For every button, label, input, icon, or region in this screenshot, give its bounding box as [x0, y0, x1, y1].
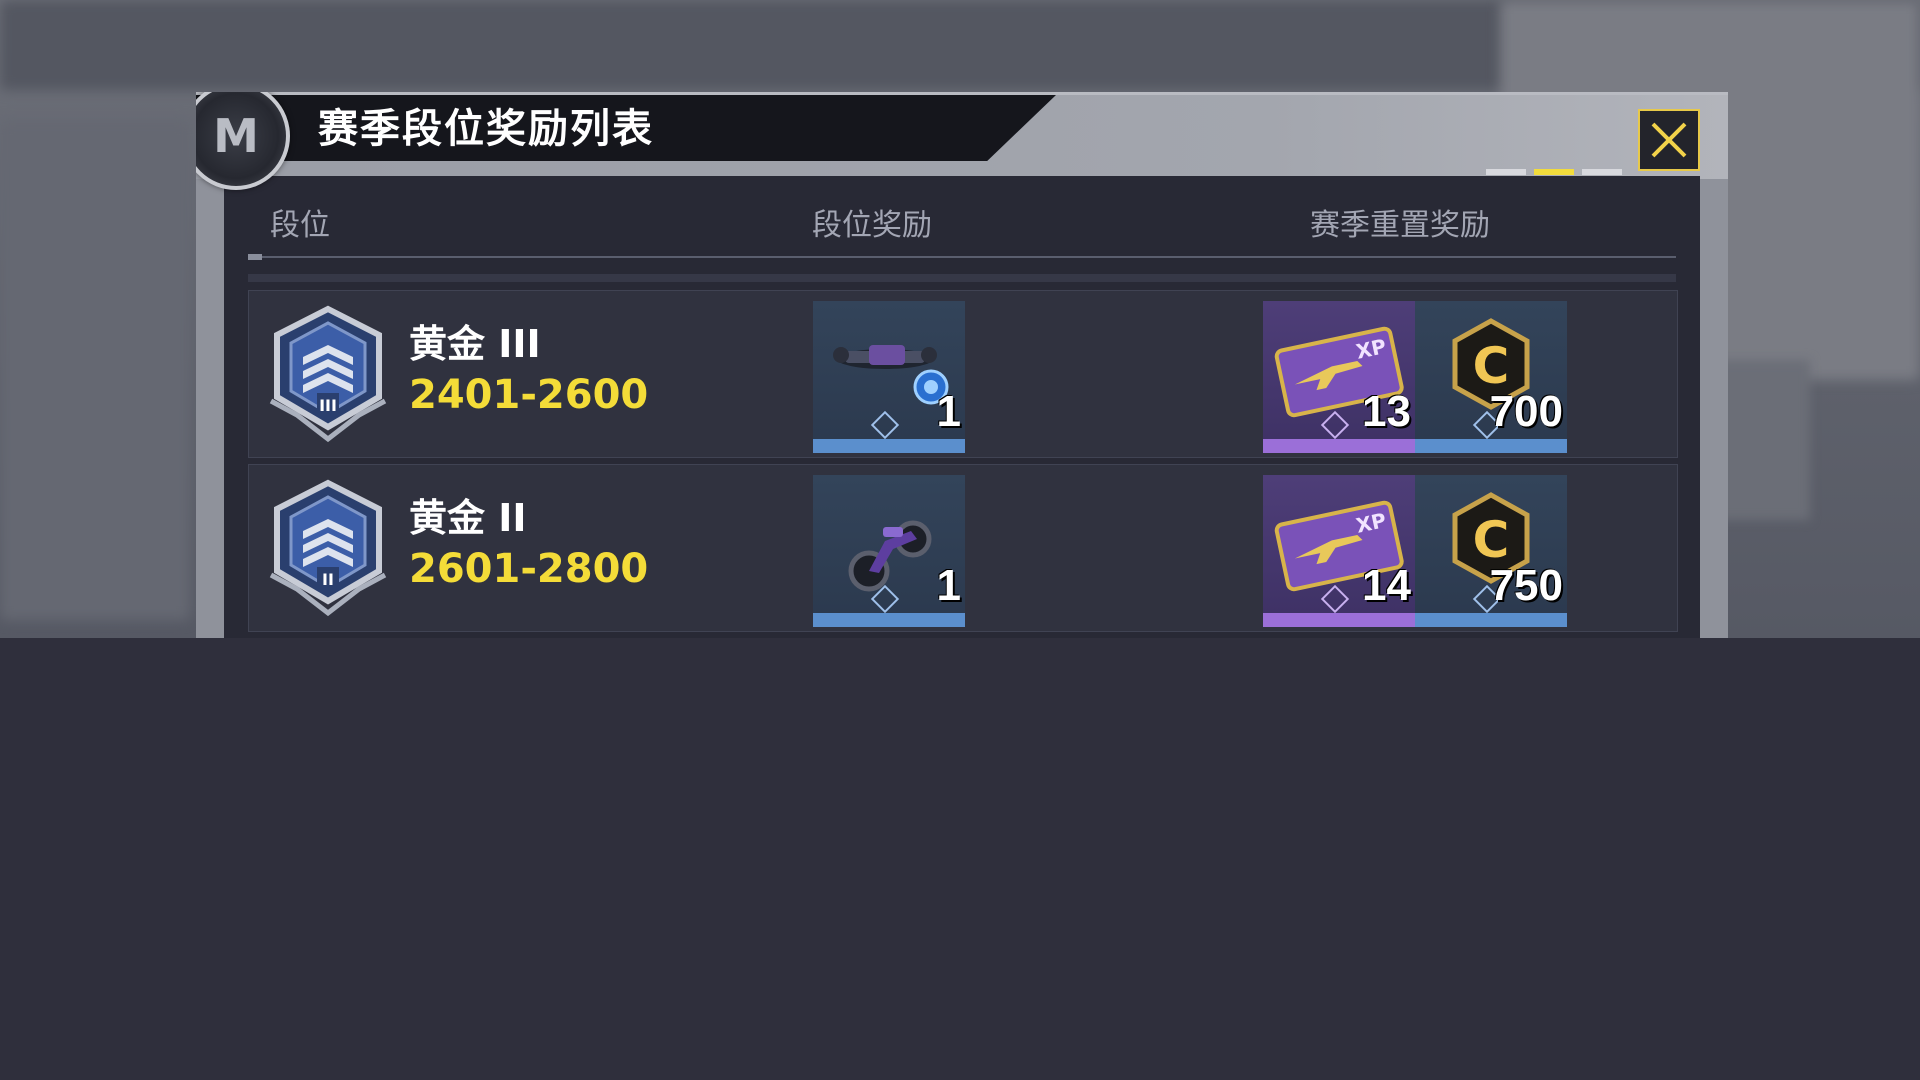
- header-season-reset-reward: 赛季重置奖励: [1310, 208, 1490, 243]
- item-count: 13: [1362, 387, 1411, 436]
- reset-reward-item[interactable]: C 700: [1415, 301, 1567, 453]
- dialog-title: 赛季段位奖励列表: [318, 106, 654, 152]
- reset-reward-item[interactable]: C 750: [1415, 475, 1567, 627]
- rank-reward-item[interactable]: 1: [813, 475, 965, 627]
- item-count: 1: [936, 561, 961, 610]
- rank-range: 2601-2800: [409, 546, 649, 592]
- rank-name: 黄金 III: [409, 322, 541, 366]
- reset-reward-item[interactable]: XP 14: [1263, 475, 1415, 627]
- svg-text:III: III: [319, 396, 337, 415]
- gold-rank-ii-badge-icon: II: [269, 479, 387, 617]
- gold-rank-iii-badge-icon: III: [269, 305, 387, 443]
- item-count: 14: [1362, 561, 1411, 610]
- item-count: 750: [1489, 561, 1563, 610]
- dialog-title-bar: 赛季段位奖励列表: [196, 92, 1728, 179]
- item-count: 700: [1489, 387, 1563, 436]
- header-rank-reward: 段位奖励: [812, 208, 932, 243]
- page-dot-3[interactable]: [1582, 169, 1622, 175]
- header-divider: [248, 256, 1676, 258]
- close-x-icon: [1651, 122, 1687, 158]
- rewards-table: 段位 段位奖励 赛季重置奖励 III 黄金 III 2401-2600 1 XP…: [224, 176, 1700, 638]
- rank-name: 黄金 II: [409, 496, 527, 540]
- rank-range: 2401-2600: [409, 372, 649, 418]
- page-dot-1[interactable]: [1486, 169, 1526, 175]
- svg-text:II: II: [322, 570, 334, 589]
- season-rank-rewards-dialog: 赛季段位奖励列表 段位 段位奖励 赛季重置奖励 III 黄金 III 2401-…: [196, 92, 1728, 638]
- rank-reward-item[interactable]: 1: [813, 301, 965, 453]
- page-indicator: [1486, 169, 1622, 175]
- page-dot-2[interactable]: [1534, 169, 1574, 175]
- row-separator: [248, 274, 1676, 282]
- reset-reward-item[interactable]: XP 13: [1263, 301, 1415, 453]
- lower-backdrop: [0, 638, 1920, 1080]
- close-button[interactable]: [1638, 109, 1700, 171]
- table-row: II 黄金 II 2601-2800 1 XP 14 C 750: [248, 464, 1678, 632]
- header-divider-tick: [248, 254, 262, 260]
- header-rank: 段位: [270, 208, 330, 243]
- item-count: 1: [936, 387, 961, 436]
- table-row: III 黄金 III 2401-2600 1 XP 13 C 700: [248, 290, 1678, 458]
